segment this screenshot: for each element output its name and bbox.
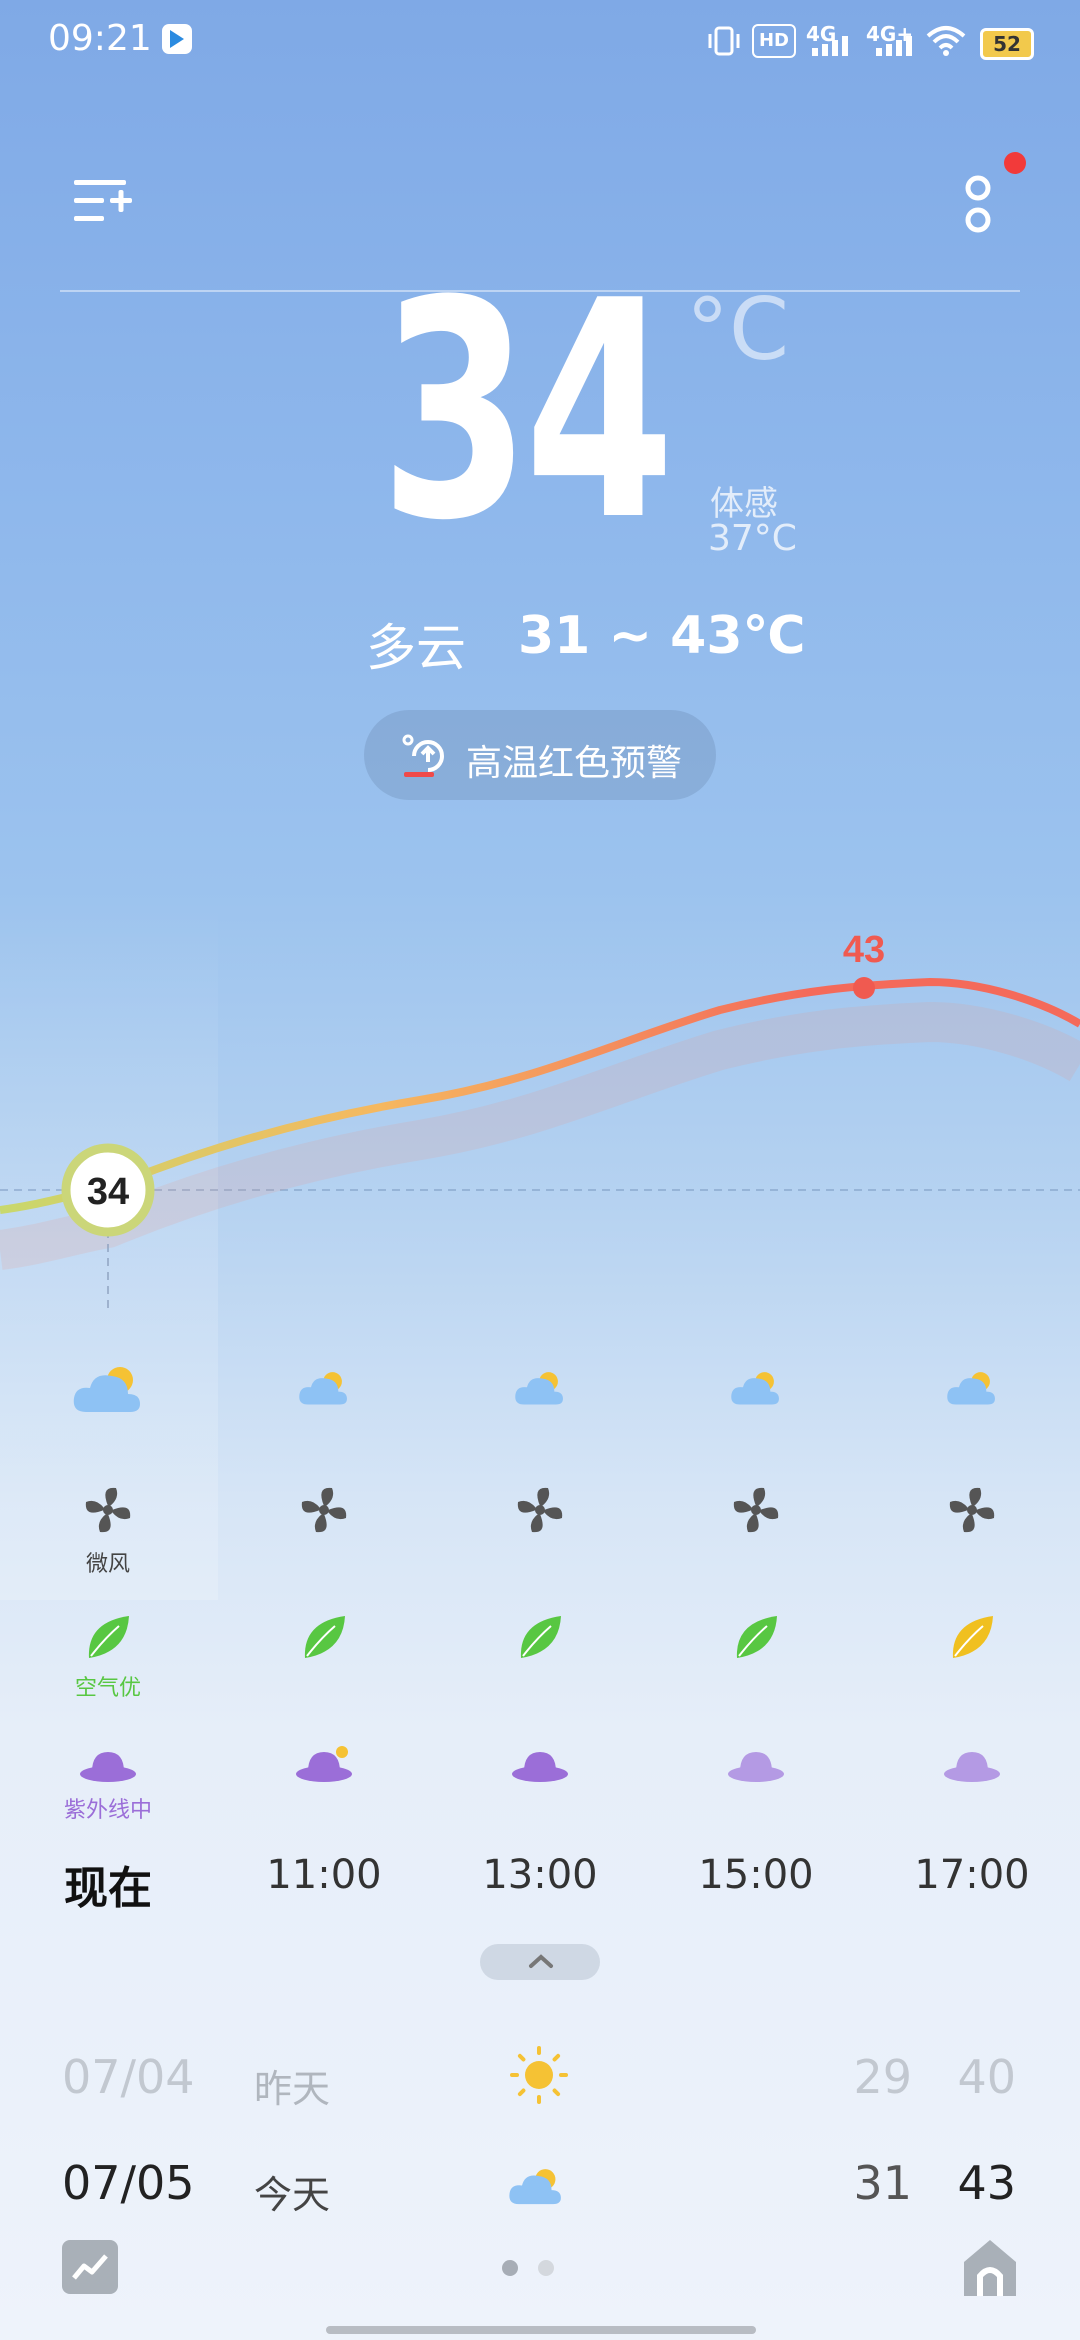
hourly-wind: 微风 — [38, 1482, 178, 1578]
hourly-uv-index — [686, 1744, 826, 1788]
partly-cloudy-icon — [514, 1372, 566, 1411]
day-high-temp: 40 — [957, 2050, 1016, 2104]
trend-chart-icon — [72, 2254, 108, 2280]
hourly-weather-icon — [254, 1370, 394, 1411]
page-indicator — [502, 2258, 562, 2278]
hd-voice-icon: HD — [752, 24, 796, 58]
partly-cloudy-icon — [946, 1372, 998, 1411]
status-time: 09:21 — [48, 18, 152, 59]
wind-fan-icon — [944, 1487, 1000, 1542]
day-high-temp: 43 — [957, 2156, 1016, 2210]
sun-hat-icon — [942, 1752, 1002, 1788]
gesture-navigation-bar[interactable] — [326, 2326, 756, 2334]
hour-label: 17:00 — [914, 1852, 1030, 1898]
day-date: 07/05 — [62, 2156, 195, 2210]
day-date: 07/04 — [62, 2050, 195, 2104]
cell-signal-2-icon — [876, 36, 912, 56]
wind-fan-icon — [512, 1487, 568, 1542]
temperature-range: 31 ~ 43℃ — [518, 606, 806, 666]
wind-fan-icon — [728, 1487, 784, 1542]
daily-row[interactable]: 07/05 今天 31 43 — [0, 2146, 1080, 2242]
hourly-time[interactable]: 13:00 — [470, 1852, 610, 1898]
sun-hat-icon — [294, 1746, 354, 1788]
vibrate-icon — [708, 26, 740, 56]
partly-cloudy-icon — [730, 1372, 782, 1411]
hourly-air-quality — [902, 1612, 1042, 1666]
day-name: 昨天 — [254, 2067, 331, 2111]
hourly-uv-index — [902, 1744, 1042, 1788]
hourly-wind — [902, 1482, 1042, 1542]
leaf-icon — [515, 1616, 565, 1666]
hourly-air-quality — [254, 1612, 394, 1666]
weather-alert-text: 高温红色预警 — [466, 743, 683, 784]
page-dot-active — [502, 2260, 518, 2276]
hourly-uv-index: 紫外线中 — [38, 1744, 178, 1824]
feels-like-value: 37°C — [708, 518, 797, 559]
hourly-weather-icon — [902, 1370, 1042, 1411]
hour-label: 现在 — [64, 1863, 152, 1914]
day-low-temp: 31 — [853, 2156, 912, 2210]
uv-level-label: 紫外线中 — [63, 1798, 152, 1823]
heat-warning-icon — [402, 734, 444, 777]
hourly-time[interactable]: 11:00 — [254, 1852, 394, 1898]
leaf-icon — [947, 1616, 997, 1666]
hourly-weather-icon — [38, 1364, 178, 1420]
hourly-weather-icon — [470, 1370, 610, 1411]
partly-cloudy-icon — [508, 2166, 564, 2212]
daily-row[interactable]: 07/04 昨天 29 40 — [0, 2040, 1080, 2136]
wind-fan-icon — [80, 1487, 136, 1542]
hourly-wind — [254, 1482, 394, 1542]
current-temperature: 34 — [380, 237, 675, 586]
leaf-icon — [299, 1616, 349, 1666]
trend-chart-button[interactable] — [62, 2240, 118, 2294]
hourly-time[interactable]: 17:00 — [902, 1852, 1042, 1898]
hourly-temperature-chart[interactable]: 34 43 — [0, 880, 1080, 1330]
expand-forecast-button[interactable] — [480, 1944, 600, 1980]
weather-condition: 多云 — [366, 619, 466, 677]
sun-hat-icon — [78, 1752, 138, 1788]
notification-dot — [1004, 152, 1026, 174]
wifi-icon — [926, 26, 966, 56]
hour-label: 13:00 — [482, 1852, 598, 1898]
peak-temp-label: 43 — [843, 929, 885, 971]
hourly-air-quality — [470, 1612, 610, 1666]
sun-hat-icon — [510, 1752, 570, 1788]
cell-signal-icon — [812, 36, 848, 56]
hourly-weather-icon — [686, 1370, 826, 1411]
status-bar: 09:21 HD 4G 4G+ 52 — [0, 0, 1080, 80]
peak-temp-point — [853, 977, 875, 999]
wind-fan-icon — [296, 1487, 352, 1542]
chart-line-shadow — [0, 1001, 1080, 1270]
sun-hat-icon — [726, 1752, 786, 1788]
add-city-menu-icon[interactable] — [74, 176, 134, 226]
temperature-unit: °C — [686, 280, 790, 380]
hourly-time-now[interactable]: 现在 — [38, 1852, 178, 1916]
partly-cloudy-icon — [72, 1367, 144, 1420]
partly-cloudy-icon — [298, 1372, 350, 1411]
hour-label: 11:00 — [266, 1852, 382, 1898]
hourly-wind — [470, 1482, 610, 1542]
page-dot — [538, 2260, 554, 2276]
current-temp-marker-label: 34 — [87, 1171, 129, 1213]
wind-level-label: 微风 — [85, 1552, 130, 1577]
sunny-icon — [508, 2044, 570, 2110]
hourly-uv-index — [254, 1744, 394, 1788]
chevron-up-icon — [529, 1954, 553, 1968]
hourly-time[interactable]: 15:00 — [686, 1852, 826, 1898]
app-notification-icon — [162, 24, 192, 54]
air-quality-label: 空气优 — [74, 1676, 141, 1701]
day-low-temp: 29 — [853, 2050, 912, 2104]
home-icon[interactable] — [960, 2236, 1020, 2300]
hourly-uv-index — [470, 1744, 610, 1788]
more-options-icon[interactable] — [960, 170, 1000, 240]
hourly-wind — [686, 1482, 826, 1542]
hour-label: 15:00 — [698, 1852, 814, 1898]
leaf-icon — [731, 1616, 781, 1666]
hourly-air-quality: 空气优 — [38, 1612, 178, 1702]
hourly-air-quality — [686, 1612, 826, 1666]
battery-icon: 52 — [980, 28, 1034, 60]
day-name: 今天 — [254, 2173, 331, 2217]
leaf-icon — [83, 1616, 133, 1666]
